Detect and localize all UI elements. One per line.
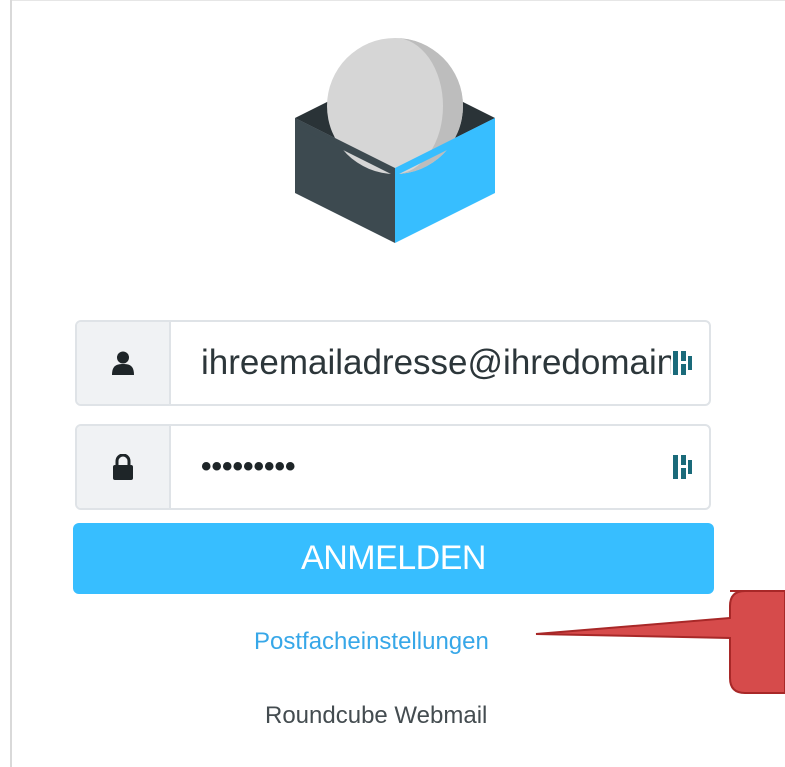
password-value: ••••••••• bbox=[201, 450, 296, 483]
roundcube-logo bbox=[295, 38, 495, 243]
username-row: ihreemailadresse@ihredomain.de bbox=[75, 320, 711, 406]
frame-border-top bbox=[10, 0, 785, 1]
lock-icon bbox=[113, 454, 133, 480]
callout-arrow bbox=[535, 590, 785, 694]
password-manager-icon[interactable] bbox=[673, 453, 693, 481]
login-page: ihreemailadresse@ihredomain.de ••••••••• bbox=[0, 0, 785, 767]
user-icon bbox=[112, 351, 134, 375]
password-row: ••••••••• bbox=[75, 424, 711, 510]
password-icon-cell bbox=[77, 426, 171, 508]
username-input[interactable]: ihreemailadresse@ihredomain.de bbox=[171, 322, 709, 404]
product-name: Roundcube Webmail bbox=[265, 702, 488, 729]
username-value: ihreemailadresse@ihredomain.de bbox=[201, 343, 671, 382]
password-input[interactable]: ••••••••• bbox=[171, 426, 709, 508]
frame-border-left bbox=[10, 0, 12, 767]
password-manager-icon[interactable] bbox=[673, 349, 693, 377]
mailbox-settings-link[interactable]: Postfacheinstellungen bbox=[254, 628, 489, 656]
username-icon-cell bbox=[77, 322, 171, 404]
